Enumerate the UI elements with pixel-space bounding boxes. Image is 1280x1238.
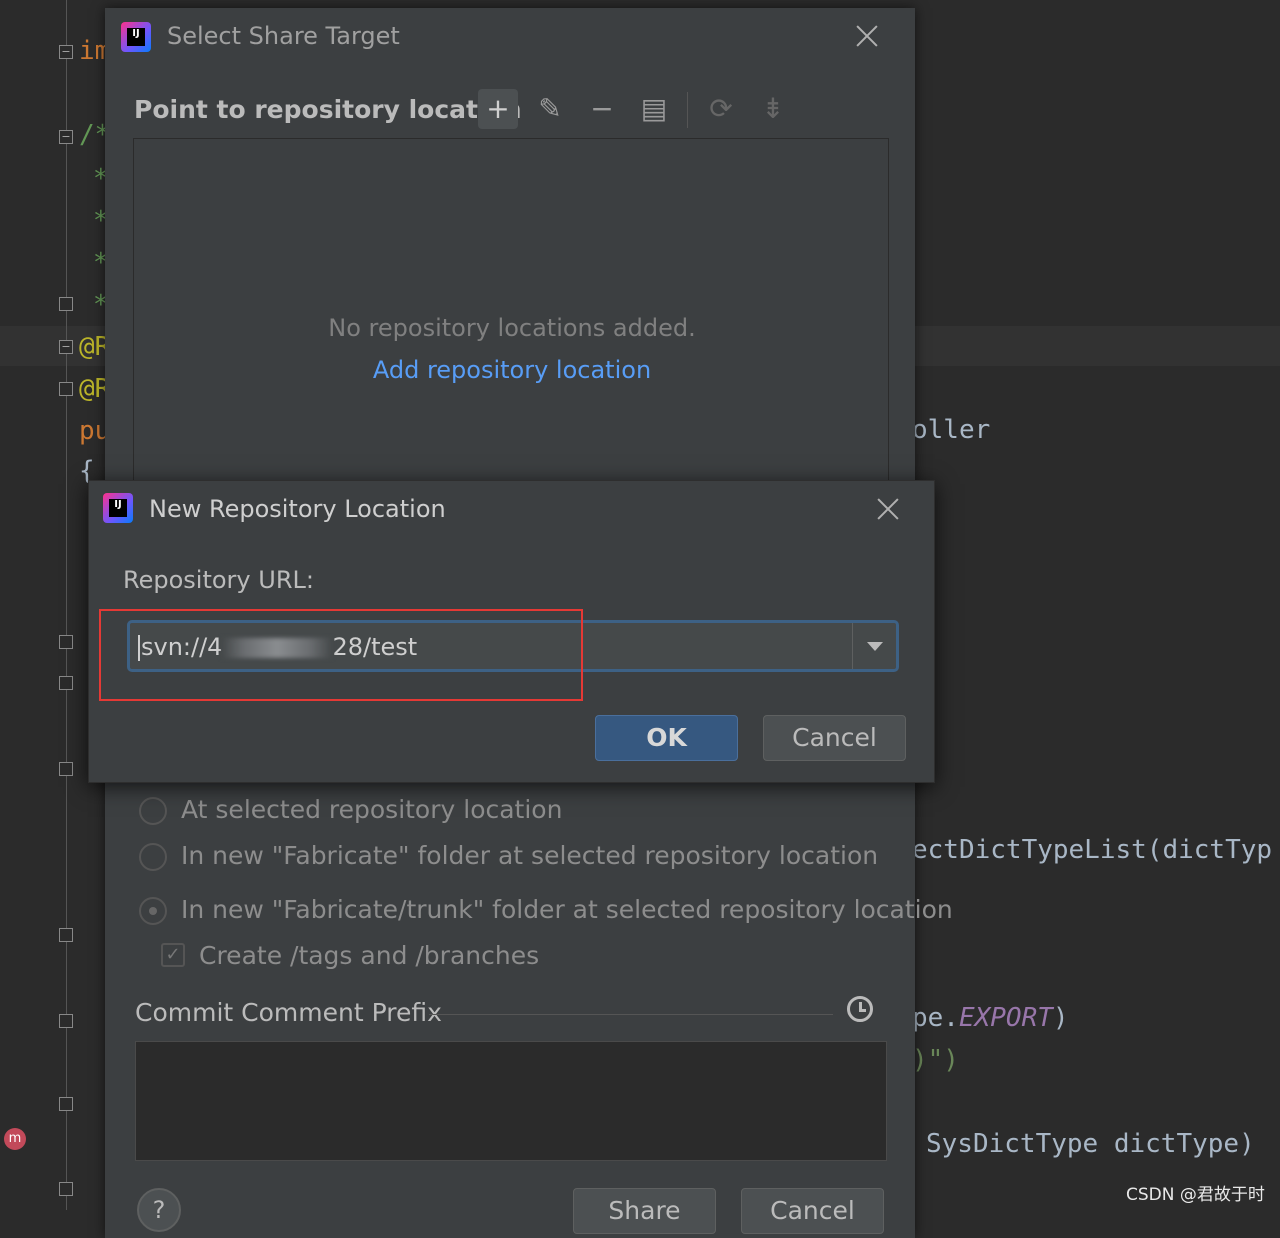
fold-marker[interactable] — [59, 676, 73, 690]
toolbar-separator — [687, 92, 688, 128]
checkbox-label: Create /tags and /branches — [199, 941, 540, 970]
code-token: pe.EXPORT) — [912, 1003, 1069, 1033]
fold-marker[interactable] — [59, 1014, 73, 1028]
fold-marker[interactable]: − — [59, 130, 73, 144]
remove-icon[interactable]: − — [582, 89, 622, 129]
edit-icon[interactable]: ✎ — [530, 89, 570, 129]
help-button[interactable]: ? — [137, 1188, 181, 1232]
code-token: ectDictTypeList(dictTyp — [912, 835, 1273, 865]
dialog-title: Select Share Target — [167, 22, 400, 50]
cancel-button[interactable]: Cancel — [763, 715, 906, 761]
radio-new-folder[interactable] — [139, 843, 167, 871]
fold-marker[interactable] — [59, 1182, 73, 1196]
repository-url-label: Repository URL: — [123, 566, 314, 594]
close-icon[interactable] — [855, 24, 879, 48]
separator-line — [429, 1014, 833, 1015]
fold-marker[interactable]: − — [59, 340, 73, 354]
fold-marker[interactable] — [59, 762, 73, 776]
close-icon[interactable] — [876, 497, 900, 521]
intellij-logo-icon: IJ — [121, 22, 151, 52]
copy-icon[interactable]: ▤ — [634, 89, 674, 129]
radio-new-trunk-folder[interactable] — [139, 897, 167, 925]
highlight-annotation — [99, 609, 583, 701]
fold-marker[interactable]: − — [59, 45, 73, 59]
radio-selected-location[interactable] — [139, 797, 167, 825]
code-token: pe. — [912, 1003, 959, 1033]
add-repository-link[interactable]: Add repository location — [134, 356, 890, 384]
code-token: oller — [912, 415, 991, 445]
fold-marker[interactable] — [59, 382, 73, 396]
chevron-down-icon[interactable] — [853, 623, 896, 669]
refresh-icon[interactable]: ⟳ — [701, 89, 741, 129]
cancel-button[interactable]: Cancel — [741, 1188, 884, 1234]
collapse-icon[interactable]: ⇟ — [753, 89, 793, 129]
fold-marker[interactable] — [59, 635, 73, 649]
code-token: EXPORT — [958, 1003, 1053, 1033]
option-label: In new "Fabricate" folder at selected re… — [181, 841, 879, 870]
fold-marker[interactable] — [59, 297, 73, 311]
commit-prefix-textarea[interactable] — [135, 1041, 887, 1161]
code-token: ) — [1052, 1003, 1069, 1033]
fold-marker[interactable] — [59, 1097, 73, 1111]
gutter-divider — [66, 0, 67, 1210]
add-icon[interactable]: + — [478, 89, 518, 129]
watermark: CSDN @君故于时 — [1126, 1185, 1265, 1205]
empty-state-text: No repository locations added. — [328, 314, 696, 342]
section-title: Point to repository location — [134, 95, 522, 124]
breakpoint-icon[interactable]: m — [4, 1128, 26, 1150]
option-label: At selected repository location — [181, 795, 563, 824]
share-button[interactable]: Share — [573, 1188, 716, 1234]
code-token: )") — [912, 1045, 959, 1075]
intellij-logo-icon: IJ — [103, 493, 133, 523]
code-token: SysDictType dictType) — [926, 1129, 1255, 1159]
ok-button[interactable]: OK — [595, 715, 738, 761]
commit-prefix-label: Commit Comment Prefix — [135, 998, 442, 1027]
repository-list[interactable]: No repository locations added. Add repos… — [133, 138, 889, 488]
create-tags-checkbox[interactable]: ✓ — [161, 943, 185, 967]
dialog-title: New Repository Location — [149, 495, 446, 523]
history-icon[interactable] — [847, 996, 873, 1022]
option-label: In new "Fabricate/trunk" folder at selec… — [181, 895, 953, 924]
new-repository-dialog: IJ New Repository Location Repository UR… — [88, 480, 935, 783]
fold-marker[interactable] — [59, 928, 73, 942]
